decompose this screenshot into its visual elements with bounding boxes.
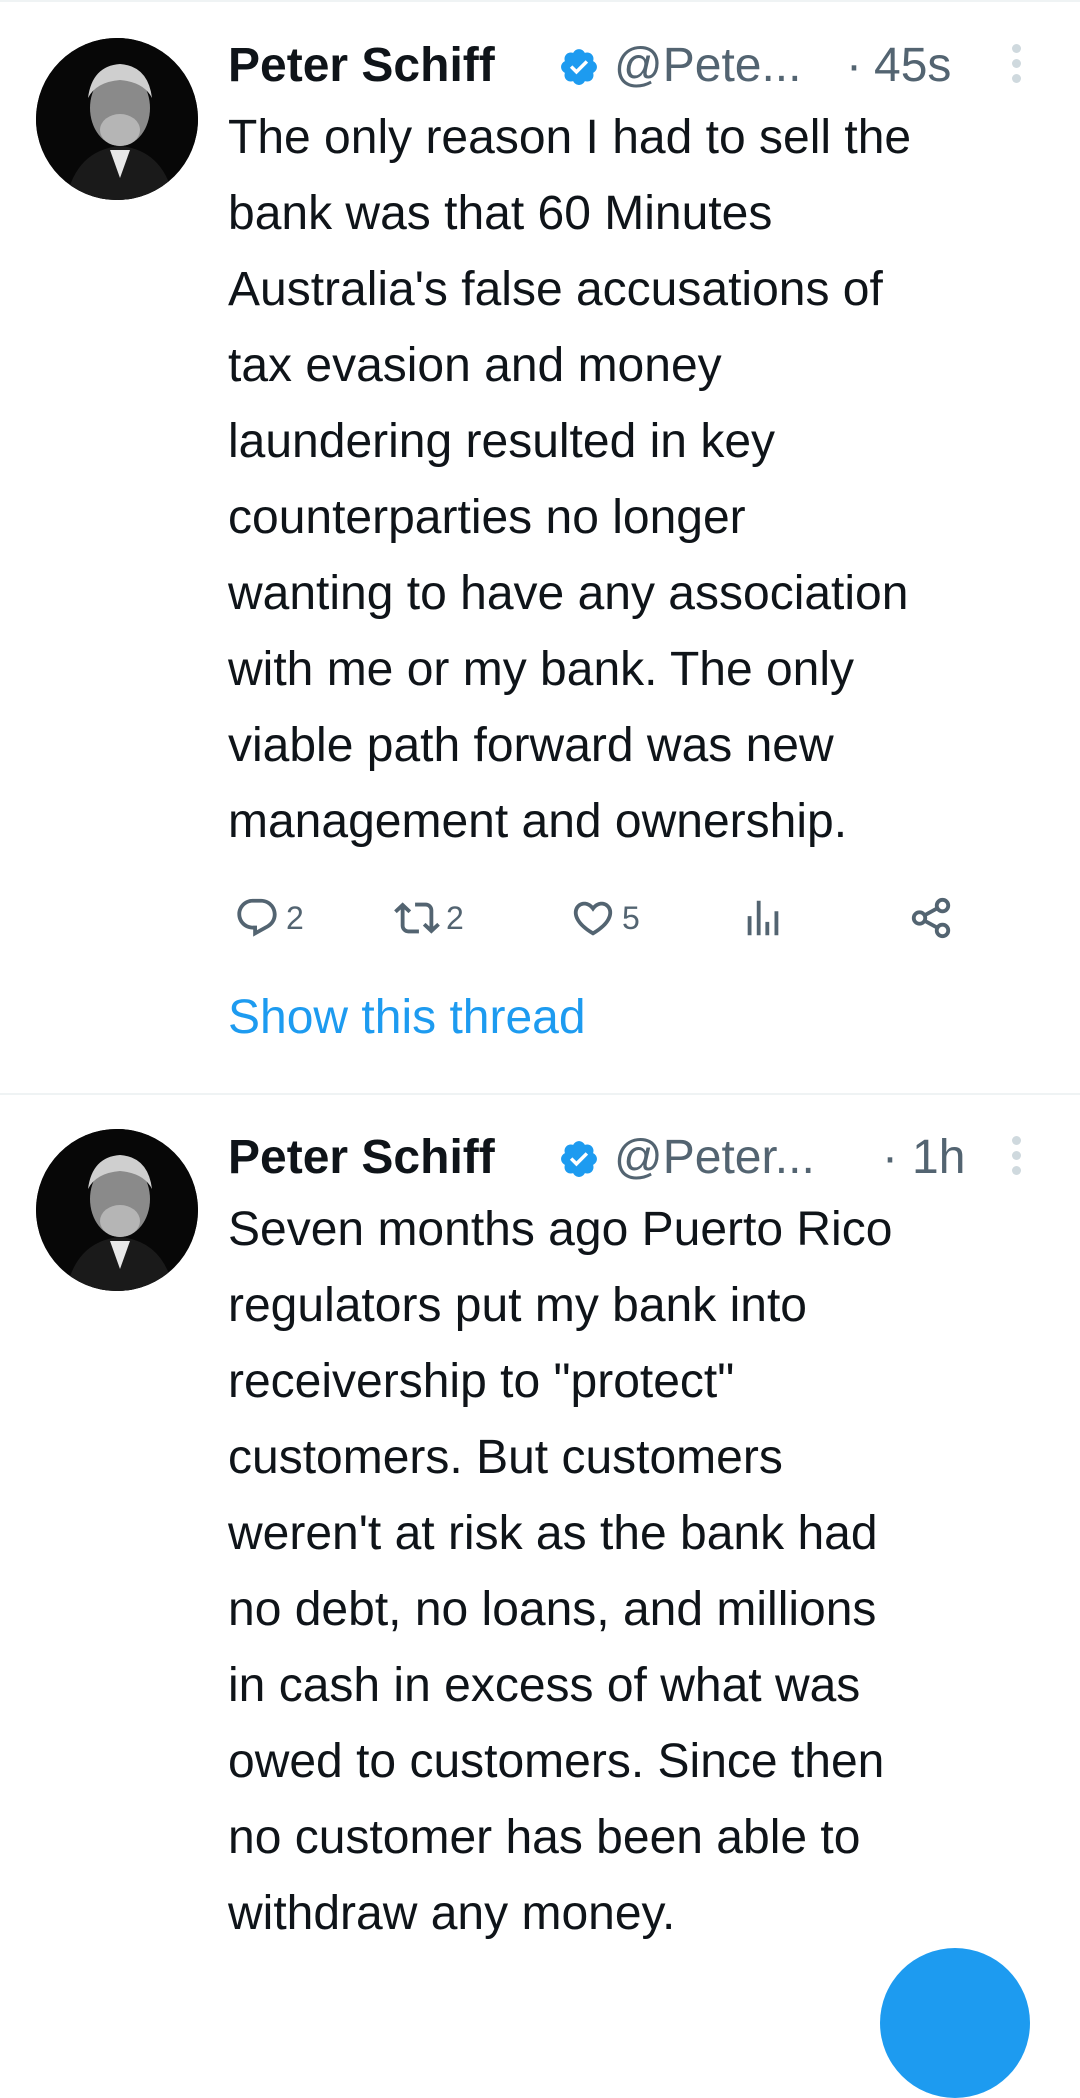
compose-button[interactable] <box>880 1948 1030 2098</box>
author-handle[interactable]: @Peter... <box>614 1128 815 1188</box>
tweet-text: The only reason I had to sell the bank w… <box>228 111 912 848</box>
share-button[interactable] <box>908 888 954 948</box>
retweet-icon <box>394 902 440 934</box>
views-icon <box>747 900 779 936</box>
show-thread-link[interactable]: Show this thread <box>228 988 586 1048</box>
more-options-icon[interactable] <box>1008 44 1024 88</box>
author-handle[interactable]: @Pete... <box>614 36 801 96</box>
avatar[interactable] <box>36 1129 198 1291</box>
timestamp[interactable]: 1h <box>912 1128 965 1188</box>
author-name[interactable]: Peter Schiff <box>228 1128 495 1188</box>
more-options-icon[interactable] <box>1008 1136 1024 1180</box>
views-button[interactable] <box>740 888 786 948</box>
reply-count: 2 <box>286 899 304 936</box>
separator-dot: · <box>882 1131 898 1184</box>
like-count: 5 <box>622 899 640 936</box>
reply-button[interactable]: 2 <box>234 888 304 948</box>
avatar-image <box>36 38 198 200</box>
avatar-image <box>36 1129 198 1291</box>
reply-icon <box>237 898 277 937</box>
share-icon <box>911 897 951 939</box>
timestamp[interactable]: 45s <box>874 36 951 96</box>
verified-badge-icon <box>561 1141 597 1177</box>
retweet-button[interactable]: 2 <box>394 888 464 948</box>
tweet-text: Seven months ago Puerto Rico regulators … <box>228 1203 893 1940</box>
tweet-header: Peter Schiff @Pete... · 45s <box>228 36 1028 96</box>
retweet-count: 2 <box>446 899 464 936</box>
avatar[interactable] <box>36 38 198 200</box>
tweet-header: Peter Schiff @Peter... · 1h <box>228 1128 1028 1188</box>
separator-dot: · <box>846 39 862 92</box>
tweet-actions: 2 2 5 <box>228 888 988 948</box>
tweet[interactable]: Peter Schiff @Pete... · 45s The only rea… <box>0 0 1080 1093</box>
author-name[interactable]: Peter Schiff <box>228 36 495 96</box>
heart-icon <box>573 901 613 936</box>
verified-badge-icon <box>561 49 597 85</box>
like-button[interactable]: 5 <box>570 888 640 948</box>
